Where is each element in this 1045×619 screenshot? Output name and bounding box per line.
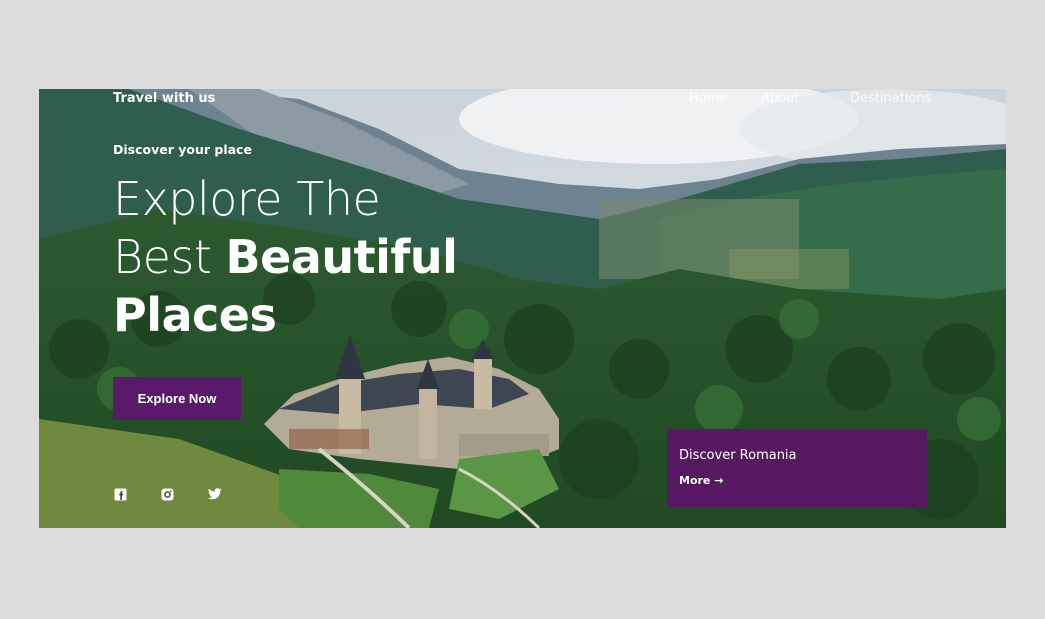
headline-line-2-light: Best xyxy=(113,230,226,284)
headline-line-3: Places xyxy=(113,286,457,344)
card-title: Discover Romania xyxy=(679,448,797,463)
nav-link-home[interactable]: Home xyxy=(689,91,727,106)
more-link[interactable]: More → xyxy=(679,474,723,487)
top-nav: Home About Destinations xyxy=(39,91,1006,109)
headline-line-1: Explore The xyxy=(113,172,381,226)
hero-banner: Travel with us Home About Destinations D… xyxy=(39,89,1006,528)
more-label: More xyxy=(679,474,711,487)
headline-line-2: Best Beautiful xyxy=(113,228,458,286)
instagram-icon[interactable] xyxy=(161,488,174,501)
headline-line-3-bold: Places xyxy=(113,288,277,342)
hero-subtitle: Discover your place xyxy=(113,142,252,157)
facebook-icon[interactable] xyxy=(114,488,127,501)
arrow-right-icon: → xyxy=(714,474,724,487)
headline-line-2-bold: Beautiful xyxy=(225,230,458,284)
twitter-icon[interactable] xyxy=(208,488,222,500)
explore-now-button[interactable]: Explore Now xyxy=(113,377,241,420)
nav-link-destinations[interactable]: Destinations xyxy=(850,91,931,106)
discover-romania-card[interactable]: Discover Romania More → xyxy=(667,429,927,507)
nav-link-about[interactable]: About xyxy=(761,91,799,106)
hero-headline: Explore The Best Beautiful Places xyxy=(113,170,458,344)
